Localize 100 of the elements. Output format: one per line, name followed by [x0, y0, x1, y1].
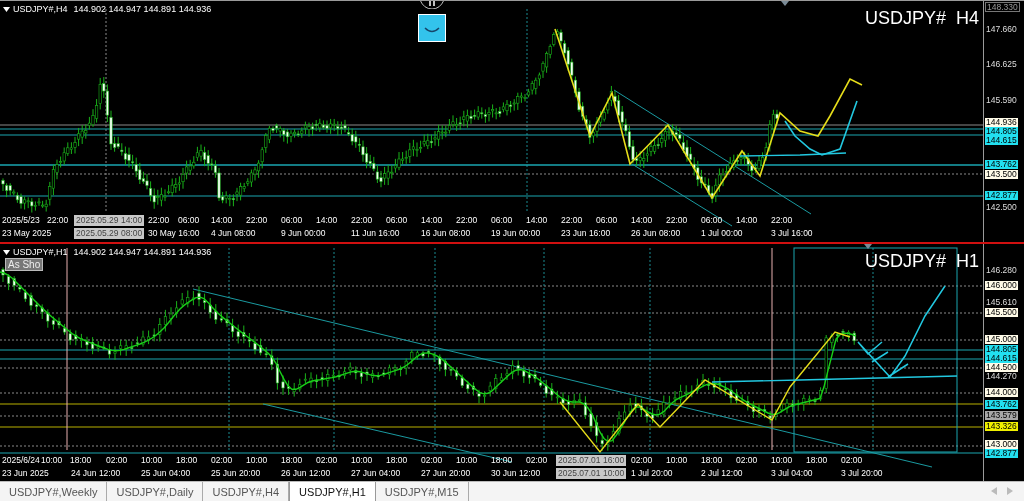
time-label: 3 Jul 16:00 [771, 228, 813, 239]
price-label: 143.762 [985, 400, 1018, 409]
time-label: 9 Jun 00:00 [281, 228, 326, 239]
ohlc-values: 144.902 144.947 144.891 144.936 [73, 247, 212, 257]
splitter-handle[interactable] [420, 1, 444, 9]
time-label: 18:00 [806, 455, 828, 466]
price-label: 144.615 [985, 354, 1018, 363]
time-label: 02:00 [526, 455, 548, 466]
time-label: 22:00 [351, 215, 373, 226]
time-label: 22:00 [148, 215, 170, 226]
curve-icon[interactable] [418, 14, 446, 42]
time-label: 16 Jun 08:00 [421, 228, 471, 239]
time-label: 3 Jul 04:00 [771, 468, 813, 479]
time-label: 2025.07.01 16:00 [556, 455, 627, 466]
time-label: 06:00 [596, 215, 618, 226]
price-label: 142.500 [985, 203, 1018, 212]
price-label: 143.579 [985, 411, 1018, 420]
time-label: 26 Jun 08:00 [631, 228, 681, 239]
time-label: 2025.07.01 10:00 [556, 468, 627, 479]
time-label: 22:00 [771, 215, 793, 226]
price-label: 143.326 [985, 422, 1018, 431]
ohlc-values: 144.902 144.947 144.891 144.936 [73, 4, 212, 14]
price-label: 143.762 [985, 160, 1018, 169]
time-label: 2025/5/23 [2, 215, 40, 226]
time-label: 22:00 [666, 215, 688, 226]
price-label: 142.877 [985, 191, 1018, 200]
time-label: 1 Jul 20:00 [631, 468, 673, 479]
time-label: 18:00 [281, 455, 303, 466]
price-label: 146.625 [985, 60, 1018, 69]
price-label: 145.610 [985, 298, 1018, 307]
time-label: 24 Jun 12:00 [71, 468, 121, 479]
price-label: 142.877 [985, 449, 1018, 458]
price-label: 145.500 [985, 308, 1018, 317]
time-label: 23 Jun 2025 [2, 468, 49, 479]
time-label: 18:00 [176, 455, 198, 466]
time-label: 14:00 [631, 215, 653, 226]
chart-title: USDJPY# H4 [864, 8, 979, 29]
price-label: 144.805 [985, 127, 1018, 136]
time-label: 14:00 [211, 215, 233, 226]
time-label: 22:00 [561, 215, 583, 226]
time-label: 06:00 [386, 215, 408, 226]
caret-icon[interactable] [3, 249, 10, 255]
price-label: 144.000 [985, 388, 1018, 397]
price-label: 145.000 [985, 335, 1018, 344]
chart-symbol: USDJPY#,H1 [13, 247, 68, 257]
price-label: 144.615 [985, 136, 1018, 145]
time-label: 14:00 [526, 215, 548, 226]
time-label: 26 Jun 12:00 [281, 468, 331, 479]
time-label: 11 Jun 16:00 [351, 228, 400, 239]
price-label: 143.500 [985, 170, 1018, 179]
time-label: 14:00 [316, 215, 338, 226]
time-label: 02:00 [211, 455, 233, 466]
time-label: 10:00 [246, 455, 268, 466]
time-label: 27 Jun 20:00 [421, 468, 471, 479]
time-label: 02:00 [841, 455, 863, 466]
time-label: 2025.05.29 14:00 [74, 215, 145, 226]
time-label: 23 Jun 16:00 [561, 228, 611, 239]
shift-marker-icon[interactable] [864, 244, 872, 249]
indicator-button[interactable]: As Sho [5, 258, 44, 271]
time-label: 3 Jul 20:00 [841, 468, 883, 479]
shift-marker-icon[interactable] [781, 1, 789, 6]
time-label: 06:00 [178, 215, 200, 226]
time-label: 14:00 [736, 215, 758, 226]
chart-tab[interactable]: USDJPY#,H1 [289, 482, 376, 501]
chart-title: USDJPY# H1 [864, 251, 979, 272]
time-label: 2025.05.29 08:00 [74, 228, 145, 239]
time-label: 10:00 [351, 455, 373, 466]
time-label: 18:00 [701, 455, 723, 466]
time-label: 06:00 [701, 215, 723, 226]
time-label: 02:00 [421, 455, 443, 466]
time-label: 18:00 [491, 455, 513, 466]
time-label: 1 Jul 00:00 [701, 228, 743, 239]
time-label: 30 Jun 12:00 [491, 468, 541, 479]
price-label: 147.660 [985, 25, 1018, 34]
time-label: 18:00 [386, 455, 408, 466]
time-label: 02:00 [631, 455, 653, 466]
time-label: 23 May 2025 [2, 228, 52, 239]
time-label: 22:00 [456, 215, 478, 226]
time-label: 06:00 [281, 215, 303, 226]
price-label: 145.590 [985, 96, 1018, 105]
caret-icon[interactable] [3, 6, 10, 12]
price-label: 144.805 [985, 345, 1018, 354]
time-label: 18:00 [70, 455, 92, 466]
time-label: 2025/6/24 [2, 455, 40, 466]
time-label: 02:00 [106, 455, 128, 466]
time-label: 30 May 16:00 [148, 228, 200, 239]
price-label: 144.500 [985, 363, 1018, 372]
time-label: 10:00 [771, 455, 793, 466]
price-label: 146.280 [985, 266, 1018, 275]
time-label: 22:00 [246, 215, 268, 226]
time-label: 27 Jun 04:00 [351, 468, 401, 479]
chart-symbol: USDJPY#,H4 [13, 4, 68, 14]
time-label: 22:00 [47, 215, 69, 226]
price-label: 144.270 [985, 372, 1018, 381]
time-label: 06:00 [491, 215, 513, 226]
time-label: 4 Jun 08:00 [211, 228, 256, 239]
price-label: 146.000 [985, 281, 1018, 290]
time-label: 10:00 [456, 455, 478, 466]
time-label: 25 Jun 20:00 [211, 468, 261, 479]
price-label: 148.330 [985, 2, 1020, 12]
